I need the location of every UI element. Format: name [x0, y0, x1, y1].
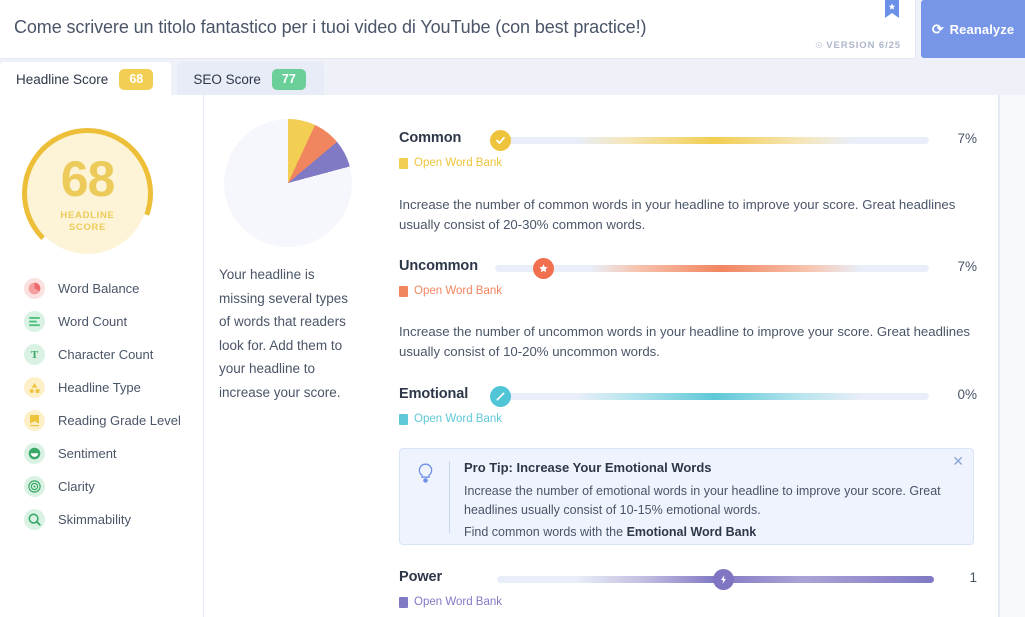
- tab-seo-score-badge: 77: [272, 69, 306, 90]
- sidebar-item-label: Word Count: [58, 314, 127, 329]
- metric-uncommon: Uncommon 7% Open Word Bank: [399, 258, 977, 297]
- metric-uncommon-wordbank[interactable]: Open Word Bank: [399, 285, 977, 297]
- book-icon: [399, 286, 408, 297]
- sidebar-item-reading-grade-level[interactable]: Reading Grade Level: [24, 404, 194, 437]
- sidebar-item-label: Word Balance: [58, 281, 139, 296]
- metric-power-header: Power 1: [399, 569, 977, 591]
- metric-emotional-wordbank-label: Open Word Bank: [414, 413, 502, 425]
- metric-uncommon-header: Uncommon 7%: [399, 258, 977, 280]
- pro-tip-title: Pro Tip: Increase Your Emotional Words: [464, 460, 712, 475]
- metric-uncommon-title: Uncommon: [399, 258, 478, 274]
- version-text: VERSION 6/25: [826, 40, 901, 51]
- magnifier-icon: [24, 509, 45, 530]
- metric-uncommon-marker[interactable]: [533, 258, 554, 279]
- headline-score-value: 68: [61, 154, 115, 204]
- score-caption-line1: HEADLINE: [60, 210, 114, 221]
- pro-tip-accent-bar: [449, 461, 450, 533]
- sidebar-item-label: Clarity: [58, 479, 95, 494]
- metric-common-description: Increase the number of common words in y…: [399, 195, 973, 235]
- sidebar-item-label: Skimmability: [58, 512, 131, 527]
- headline-score-ring: 68 HEADLINE SCORE: [22, 128, 153, 259]
- metric-uncommon-track[interactable]: [495, 265, 929, 272]
- lines-icon: [24, 311, 45, 332]
- tab-headline-score-label: Headline Score: [16, 72, 108, 87]
- metric-emotional: Emotional 0% Open Word Bank: [399, 386, 977, 425]
- book-icon: [399, 597, 408, 608]
- metric-common-wordbank-label: Open Word Bank: [414, 157, 502, 169]
- pro-tip-find-link[interactable]: Emotional Word Bank: [627, 525, 757, 539]
- reanalyze-button[interactable]: ⟳ Reanalyze: [921, 0, 1025, 58]
- sidebar-item-label: Sentiment: [58, 446, 117, 461]
- metric-emotional-value: 0%: [957, 387, 977, 402]
- letter-t-icon: T: [24, 344, 45, 365]
- metric-common-marker[interactable]: [490, 130, 511, 151]
- word-balance-note: Your headline is missing several types o…: [219, 263, 359, 404]
- word-balance-pie-chart: [224, 119, 352, 247]
- sidebar-item-word-balance[interactable]: Word Balance: [24, 272, 194, 305]
- metric-emotional-title: Emotional: [399, 386, 468, 402]
- pro-tip-body: Increase the number of emotional words i…: [464, 482, 949, 520]
- headline-input-box[interactable]: Come scrivere un titolo fantastico per i…: [0, 0, 916, 59]
- metric-uncommon-description: Increase the number of uncommon words in…: [399, 322, 973, 362]
- headline-score-caption: HEADLINE SCORE: [60, 210, 114, 234]
- metric-uncommon-wordbank-label: Open Word Bank: [414, 285, 502, 297]
- tab-seo-score-label: SEO Score: [193, 72, 261, 87]
- book-icon: [399, 158, 408, 169]
- metric-emotional-marker[interactable]: [490, 386, 511, 407]
- sidebar-item-character-count[interactable]: T Character Count: [24, 338, 194, 371]
- reanalyze-label: Reanalyze: [950, 22, 1015, 37]
- score-caption-line2: SCORE: [69, 222, 106, 233]
- book-icon: [24, 410, 45, 431]
- metric-power-wordbank-label: Open Word Bank: [414, 596, 502, 608]
- metric-uncommon-value: 7%: [957, 259, 977, 274]
- metric-emotional-header: Emotional 0%: [399, 386, 977, 408]
- metric-common-value: 7%: [957, 131, 977, 146]
- metric-power-title: Power: [399, 569, 442, 585]
- metric-power-wordbank[interactable]: Open Word Bank: [399, 596, 977, 608]
- sidebar-item-label: Reading Grade Level: [58, 413, 181, 428]
- sidebar-item-label: Character Count: [58, 347, 153, 362]
- sidebar-item-skimmability[interactable]: Skimmability: [24, 503, 194, 536]
- shapes-icon: [24, 377, 45, 398]
- right-rail: [999, 95, 1025, 617]
- tab-seo-score[interactable]: SEO Score 77: [177, 62, 324, 96]
- pie-chart-icon: [24, 278, 45, 299]
- pro-tip-find-prefix: Find common words with the: [464, 525, 627, 539]
- book-icon: [399, 414, 408, 425]
- sidebar-item-sentiment[interactable]: Sentiment: [24, 437, 194, 470]
- sidebar-item-label: Headline Type: [58, 380, 141, 395]
- refresh-icon: ⟳: [932, 22, 944, 36]
- header: Come scrivere un titolo fantastico per i…: [0, 0, 1025, 59]
- metric-power-marker[interactable]: [713, 569, 734, 590]
- sidebar-item-headline-type[interactable]: Headline Type: [24, 371, 194, 404]
- score-tabs: Headline Score 68 SEO Score 77: [0, 60, 1025, 96]
- metric-power-value: 1: [969, 570, 977, 585]
- smiley-icon: [24, 443, 45, 464]
- pro-tip-find: Find common words with the Emotional Wor…: [464, 525, 756, 539]
- metric-common-header: Common 7%: [399, 130, 977, 152]
- target-icon: [24, 476, 45, 497]
- headline-text[interactable]: Come scrivere un titolo fantastico per i…: [14, 17, 646, 38]
- sidebar-item-word-count[interactable]: Word Count: [24, 305, 194, 338]
- headline-score-inner: 68 HEADLINE SCORE: [22, 128, 153, 259]
- metric-emotional-wordbank[interactable]: Open Word Bank: [399, 413, 977, 425]
- tab-headline-score[interactable]: Headline Score 68: [0, 62, 171, 96]
- pro-tip-card: Pro Tip: Increase Your Emotional Words I…: [399, 448, 974, 545]
- metric-common-title: Common: [399, 130, 461, 146]
- headline-analyzer-app: Come scrivere un titolo fantastico per i…: [0, 0, 1025, 617]
- lightbulb-icon: [417, 463, 434, 490]
- tab-headline-score-badge: 68: [119, 69, 153, 90]
- metric-power: Power 1 Open Word Bank: [399, 569, 977, 608]
- metric-common-wordbank[interactable]: Open Word Bank: [399, 157, 977, 169]
- bookmark-star-icon[interactable]: [885, 0, 899, 20]
- column-divider: [203, 95, 204, 617]
- metric-common-track[interactable]: [500, 137, 929, 144]
- metric-common: Common 7% Open Word Bank: [399, 130, 977, 169]
- metric-sidebar: Word Balance Word Count T Character Coun…: [24, 272, 194, 536]
- sidebar-item-clarity[interactable]: Clarity: [24, 470, 194, 503]
- copyright-icon: ☉: [815, 41, 823, 50]
- version-label: ☉ VERSION 6/25: [815, 40, 901, 51]
- metric-emotional-track[interactable]: [500, 393, 929, 400]
- close-icon[interactable]: ✕: [952, 454, 964, 468]
